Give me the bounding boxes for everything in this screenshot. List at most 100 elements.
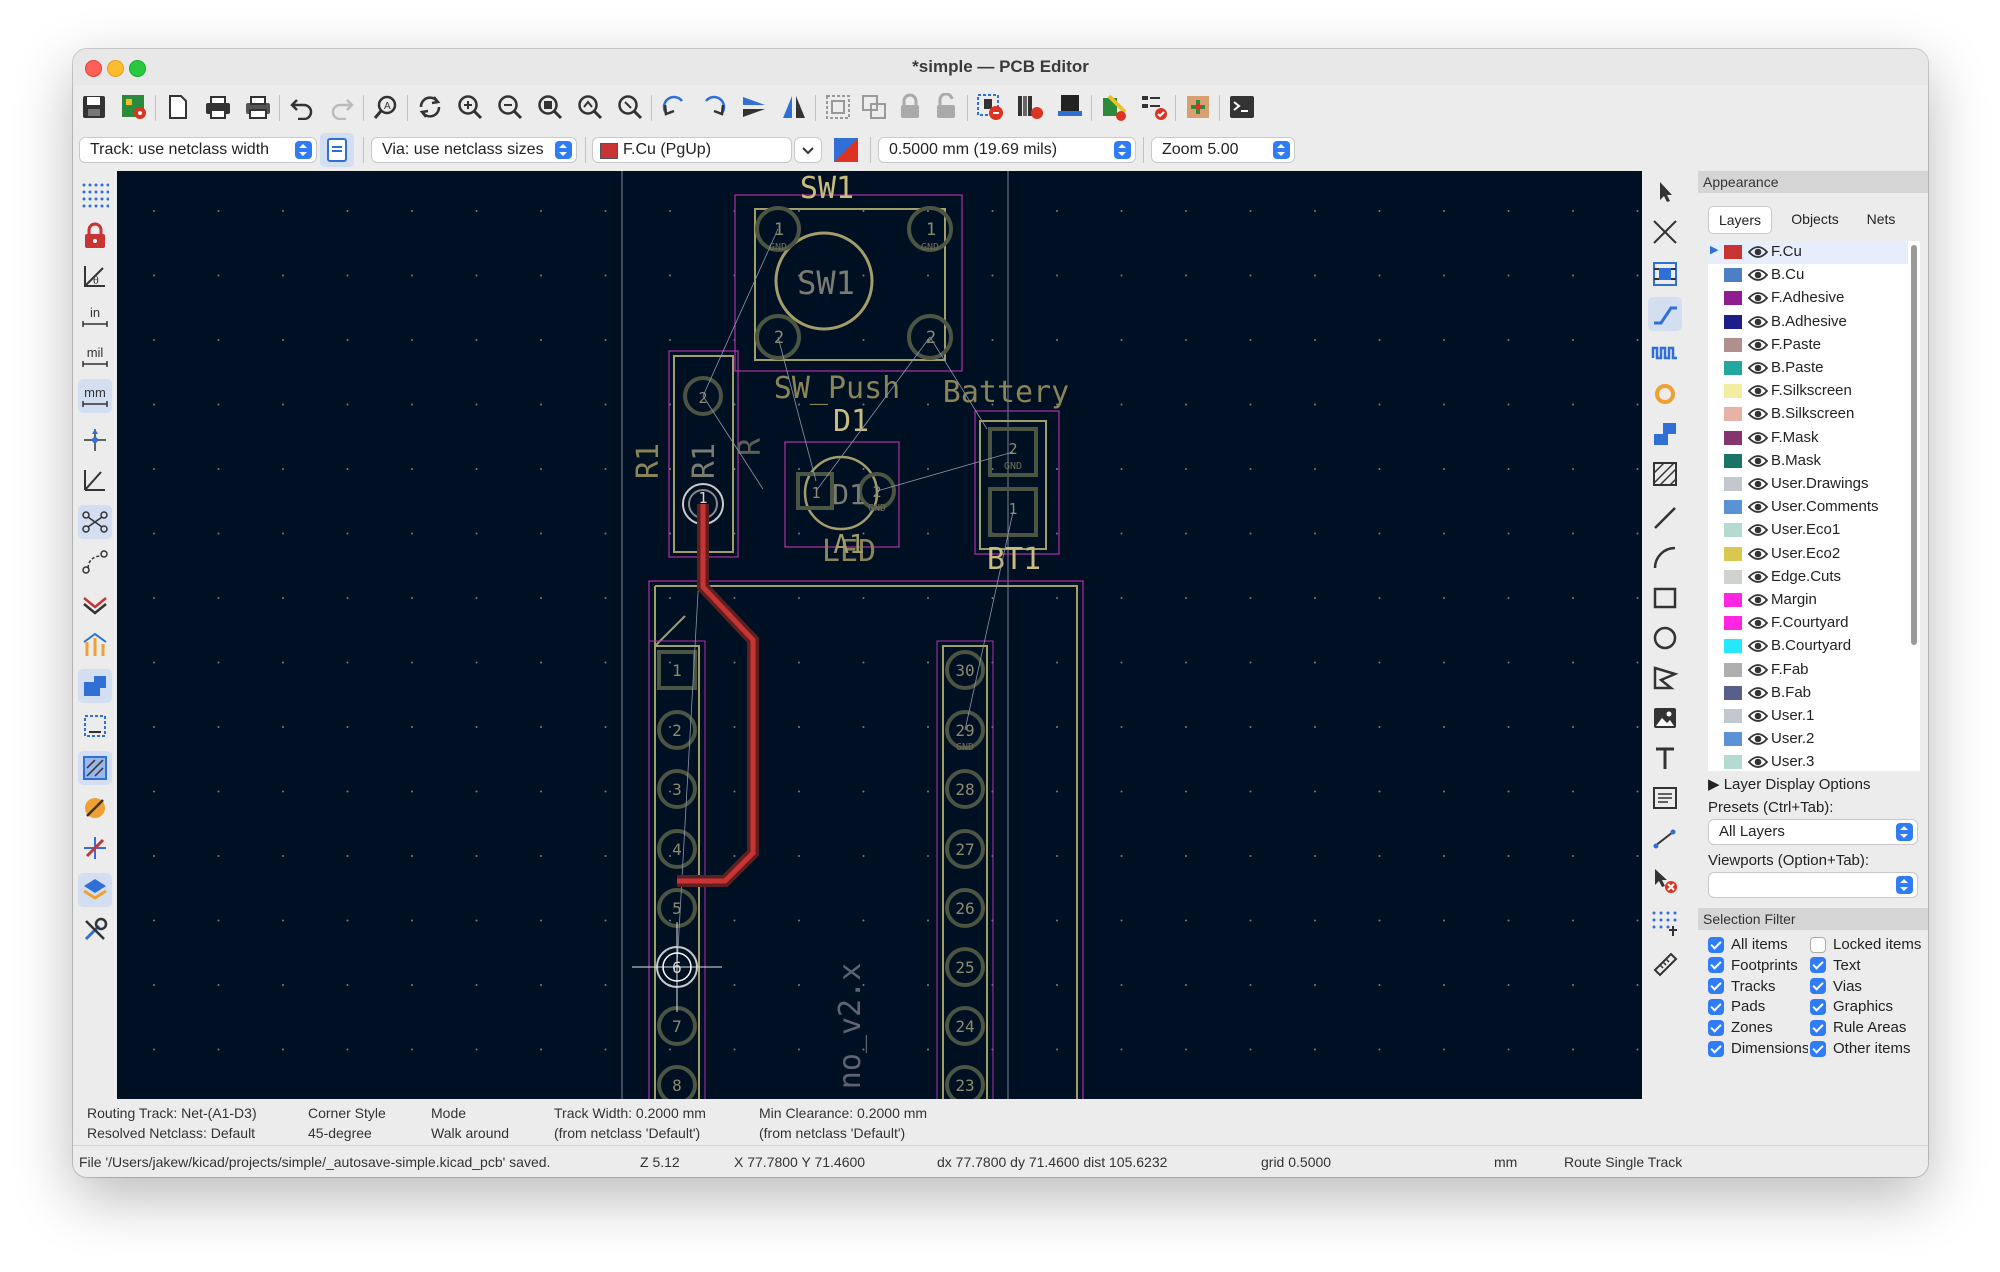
cursor-icon[interactable] bbox=[78, 423, 112, 457]
measure-icon[interactable] bbox=[1648, 947, 1682, 981]
polar-coords-icon[interactable]: θ bbox=[78, 259, 112, 293]
layer-color-swatch[interactable] bbox=[1724, 337, 1742, 352]
layer-dropdown-button[interactable] bbox=[794, 137, 822, 163]
select-icon[interactable] bbox=[1648, 175, 1682, 209]
eye-icon[interactable] bbox=[1747, 615, 1769, 635]
layer-row[interactable]: B.Silkscreen bbox=[1708, 403, 1908, 426]
local-ratsnest-icon[interactable] bbox=[1648, 215, 1682, 249]
eye-icon[interactable] bbox=[1747, 685, 1769, 705]
tab-layers[interactable]: Layers bbox=[1708, 206, 1772, 234]
pcb-canvas[interactable]: 1 1 2 2 GND GND SW1 SW1 SW_Push Battery … bbox=[117, 171, 1642, 1099]
layer-color-swatch[interactable] bbox=[1724, 407, 1742, 422]
zoom-out-icon[interactable] bbox=[493, 90, 527, 124]
layer-row[interactable]: User.Eco2 bbox=[1708, 543, 1908, 566]
draw-arc-icon[interactable] bbox=[1648, 541, 1682, 575]
eye-icon[interactable] bbox=[1747, 499, 1769, 519]
layer-row[interactable]: B.Courtyard bbox=[1708, 635, 1908, 658]
netlist-update-icon[interactable] bbox=[973, 90, 1007, 124]
footprint-editor-icon[interactable] bbox=[1097, 90, 1131, 124]
unlock-icon[interactable] bbox=[929, 90, 963, 124]
ratsnest-icon[interactable] bbox=[78, 505, 112, 539]
rotate-cw-icon[interactable] bbox=[697, 90, 731, 124]
zoom-selection-icon[interactable] bbox=[613, 90, 647, 124]
via-size-select[interactable]: Via: use netclass sizes bbox=[371, 137, 577, 163]
layer-color-swatch[interactable] bbox=[1724, 755, 1742, 770]
layer-color-swatch[interactable] bbox=[1724, 662, 1742, 677]
eye-icon[interactable] bbox=[1747, 244, 1769, 264]
curved-ratsnest-icon[interactable] bbox=[78, 545, 112, 579]
eye-icon[interactable] bbox=[1747, 314, 1769, 334]
eye-icon[interactable] bbox=[1747, 708, 1769, 728]
layer-color-swatch[interactable] bbox=[1724, 500, 1742, 515]
drc-icon[interactable] bbox=[1013, 90, 1047, 124]
auto-track-width-button[interactable] bbox=[320, 133, 354, 167]
layer-row[interactable]: Edge.Cuts bbox=[1708, 566, 1908, 589]
zone-fill-icon[interactable] bbox=[78, 751, 112, 785]
eye-icon[interactable] bbox=[1747, 569, 1769, 589]
lock-icon[interactable] bbox=[893, 90, 927, 124]
add-text-icon[interactable] bbox=[1648, 741, 1682, 775]
selection-filter-checkbox[interactable]: Zones bbox=[1708, 1019, 1773, 1036]
add-image-icon[interactable] bbox=[1648, 701, 1682, 735]
ungroup-icon[interactable] bbox=[857, 90, 891, 124]
layer-color-swatch[interactable] bbox=[1724, 732, 1742, 747]
layer-row[interactable]: User.Comments bbox=[1708, 496, 1908, 519]
layer-color-swatch[interactable] bbox=[1724, 593, 1742, 607]
grid-select[interactable]: 0.5000 mm (19.69 mils) bbox=[878, 137, 1136, 163]
add-dimension-icon[interactable] bbox=[1648, 823, 1682, 857]
layer-color-swatch[interactable] bbox=[1724, 709, 1742, 723]
route-track-icon[interactable] bbox=[1648, 297, 1682, 331]
viewports-select[interactable] bbox=[1708, 872, 1918, 898]
plot-icon[interactable] bbox=[241, 90, 275, 124]
netnames-icon[interactable] bbox=[78, 587, 112, 621]
unit-mm-icon[interactable]: mm bbox=[78, 379, 112, 413]
layer-row[interactable]: F.Fab bbox=[1708, 659, 1908, 682]
grid-icon[interactable] bbox=[78, 179, 112, 213]
board-setup-icon[interactable] bbox=[117, 90, 151, 124]
layer-row[interactable]: User.3 bbox=[1708, 751, 1908, 774]
layer-color-swatch[interactable] bbox=[1724, 477, 1742, 491]
layer-row[interactable]: B.Cu bbox=[1708, 264, 1908, 287]
eye-icon[interactable] bbox=[1747, 383, 1769, 403]
add-footprint-icon[interactable] bbox=[1648, 257, 1682, 291]
pad-outline-icon[interactable] bbox=[78, 669, 112, 703]
group-icon[interactable] bbox=[821, 90, 855, 124]
add-textbox-icon[interactable] bbox=[1648, 781, 1682, 815]
presets-select[interactable]: All Layers bbox=[1708, 819, 1918, 845]
eye-icon[interactable] bbox=[1747, 290, 1769, 310]
eye-icon[interactable] bbox=[1747, 430, 1769, 450]
layer-row[interactable]: F.Paste bbox=[1708, 334, 1908, 357]
layer-color-swatch[interactable] bbox=[1724, 685, 1742, 700]
layer-row[interactable]: Margin bbox=[1708, 589, 1908, 612]
highlight-net-icon[interactable] bbox=[78, 791, 112, 825]
layer-color-swatch[interactable] bbox=[1724, 430, 1742, 445]
track-width-select[interactable]: Track: use netclass width bbox=[79, 137, 317, 163]
layer-color-swatch[interactable] bbox=[1724, 546, 1742, 561]
layer-row[interactable]: B.Mask bbox=[1708, 450, 1908, 473]
zoom-fit-icon[interactable] bbox=[533, 90, 567, 124]
eye-icon[interactable] bbox=[1747, 731, 1769, 751]
layer-color-swatch[interactable] bbox=[1724, 361, 1742, 375]
layer-color-swatch[interactable] bbox=[1724, 523, 1742, 538]
tab-nets[interactable]: Nets bbox=[1856, 206, 1906, 232]
selection-filter-checkbox[interactable]: Vias bbox=[1810, 978, 1862, 995]
layer-row[interactable]: B.Adhesive bbox=[1708, 311, 1908, 334]
save-icon[interactable] bbox=[77, 90, 111, 124]
active-layer-select[interactable]: F.Cu (PgUp) bbox=[592, 137, 792, 163]
layers-scrollbar[interactable] bbox=[1911, 245, 1917, 645]
delete-tool-icon[interactable] bbox=[1648, 863, 1682, 897]
eye-icon[interactable] bbox=[1747, 406, 1769, 426]
eye-icon[interactable] bbox=[1747, 267, 1769, 287]
print-icon[interactable] bbox=[201, 90, 235, 124]
mirror-v-icon[interactable] bbox=[737, 90, 771, 124]
draw-circle-icon[interactable] bbox=[1648, 621, 1682, 655]
redraw-icon[interactable] bbox=[413, 90, 447, 124]
eye-icon[interactable] bbox=[1747, 662, 1769, 682]
selection-filter-checkbox[interactable]: Text bbox=[1810, 957, 1861, 974]
zoom-select[interactable]: Zoom 5.00 bbox=[1151, 137, 1295, 163]
layer-row[interactable]: ▶ F.Cu bbox=[1708, 241, 1908, 264]
3d-viewer-icon[interactable] bbox=[1053, 90, 1087, 124]
add-via-icon[interactable] bbox=[1648, 377, 1682, 411]
zoom-objects-icon[interactable] bbox=[573, 90, 607, 124]
add-rule-area-icon[interactable] bbox=[1648, 457, 1682, 491]
